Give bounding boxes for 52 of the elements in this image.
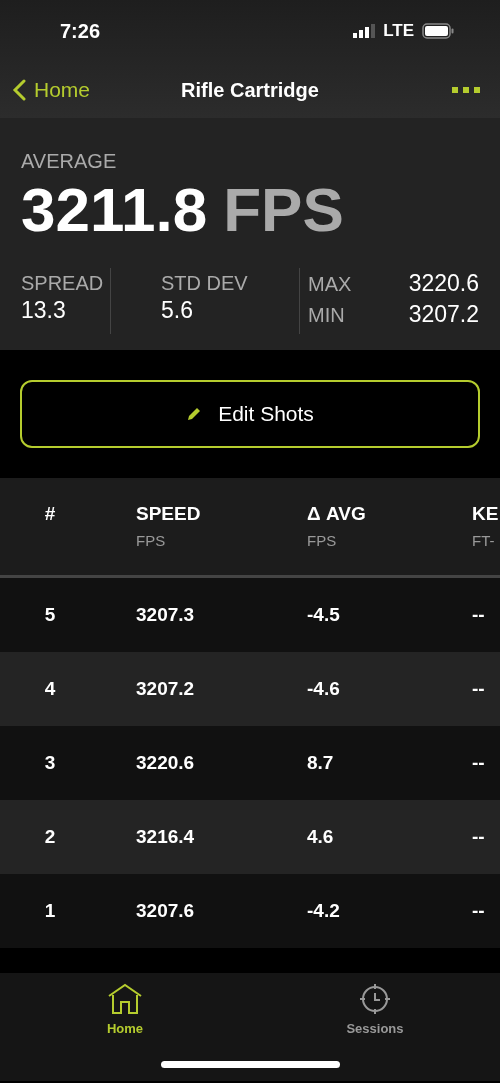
stat-label: MAX [308, 271, 352, 297]
stat-value: 13.3 [21, 297, 66, 324]
column-header: KE [472, 503, 499, 524]
back-button[interactable]: Home [12, 74, 91, 106]
stat-label: STD DEV [161, 272, 248, 295]
column-header: # [44, 503, 56, 524]
table-cell: -- [472, 899, 485, 921]
column-unit: FT- [472, 531, 495, 549]
stat-label: MIN [308, 302, 345, 328]
average-value: 3211.8 [21, 176, 208, 245]
table-cell: 3220.6 [136, 751, 195, 773]
tab-bar-item[interactable]: Sessions [250, 973, 500, 1039]
column-unit: FPS [136, 531, 166, 549]
status-time: 7:26 [60, 19, 101, 44]
table-cell: -- [472, 825, 485, 847]
table-cell: 4.6 [307, 825, 334, 847]
stat-value: 3207.2 [408, 302, 479, 328]
table-cell: 3207.6 [136, 899, 195, 921]
table-cell: 3 [44, 751, 56, 773]
home-icon [107, 983, 143, 1015]
pencil-icon [186, 406, 203, 422]
table-cell: -- [472, 751, 485, 773]
column-unit: FPS [307, 531, 337, 549]
average-unit: FPS [223, 176, 344, 245]
table-cell: -- [472, 677, 485, 699]
battery-icon [422, 23, 454, 39]
average-label: AVERAGE [21, 149, 117, 174]
table-cell: 3207.3 [136, 603, 195, 625]
stat-value: 3220.6 [408, 271, 479, 297]
back-chevron-icon [12, 79, 26, 101]
table-cell: 3216.4 [136, 825, 195, 847]
edit-shots-button[interactable]: Edit Shots [20, 380, 480, 448]
table-cell: -4.6 [307, 677, 340, 699]
crosshair-clock-icon [359, 983, 391, 1015]
table-cell: 3207.2 [136, 677, 195, 699]
tab-bar-item[interactable]: Home [0, 973, 250, 1039]
table-cell: 5 [44, 603, 56, 625]
column-header: SPEED [136, 503, 201, 524]
signal-icon [353, 24, 376, 38]
stat-label: SPREAD [21, 272, 104, 295]
screen-title: Rifle Cartridge [181, 79, 319, 101]
stat-value: 5.6 [161, 297, 193, 324]
network-label: LTE [383, 20, 414, 43]
more-icon[interactable] [452, 87, 480, 93]
table-cell: 2 [44, 825, 56, 847]
table-cell: -4.5 [307, 603, 340, 625]
table-cell: 1 [44, 899, 56, 921]
column-header: Δ AVG [307, 503, 366, 524]
table-cell: 8.7 [307, 751, 334, 773]
table-cell: -- [472, 603, 485, 625]
table-cell: 4 [44, 677, 56, 699]
table-cell: -4.2 [307, 899, 340, 921]
